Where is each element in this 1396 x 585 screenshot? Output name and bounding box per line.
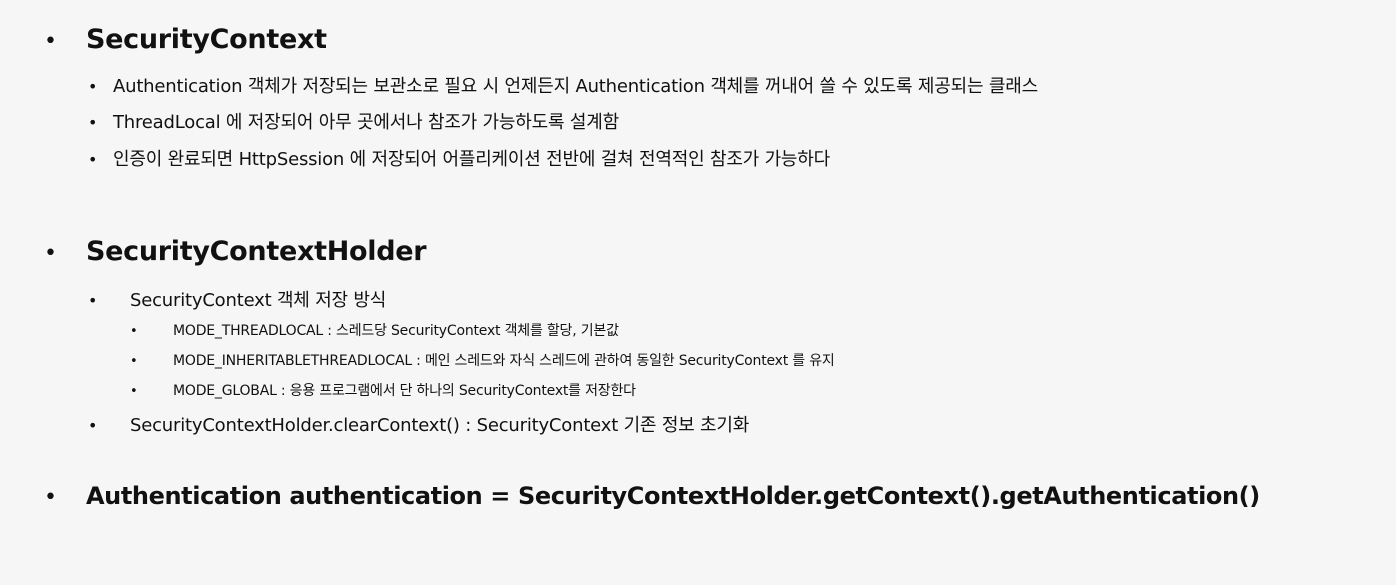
list-item: • SecurityContextHolder.clearContext() :… xyxy=(88,411,749,437)
sub-list-item: • MODE_THREADLOCAL : 스레드당 SecurityContex… xyxy=(130,320,619,340)
bullet: • xyxy=(130,384,138,399)
list-item: • Authentication 객체가 저장되는 보관소로 필요 시 언제든지… xyxy=(88,72,1038,98)
list-item-text: SecurityContextHolder.clearContext() : S… xyxy=(130,415,750,436)
code-statement: Authentication authentication = Security… xyxy=(86,482,1260,510)
sub-list-item-text: MODE_INHERITABLETHREADLOCAL : 메인 스레드와 자식… xyxy=(173,353,835,369)
list-item: • 인증이 완료되면 HttpSession 에 저장되어 어플리케이션 전반에… xyxy=(88,145,830,171)
bullet: • xyxy=(130,354,138,369)
bullet: • xyxy=(88,113,98,132)
list-item-text: ThreadLocal 에 저장되어 아무 곳에서나 참조가 가능하도록 설계함 xyxy=(113,112,619,133)
bullet: • xyxy=(88,150,98,169)
sub-list-item: • MODE_INHERITABLETHREADLOCAL : 메인 스레드와 … xyxy=(130,350,835,370)
list-item-text: SecurityContext 객체 저장 방식 xyxy=(130,290,387,311)
bullet: • xyxy=(88,77,98,96)
bullet: • xyxy=(88,416,98,435)
list-item: • SecurityContext 객체 저장 방식 xyxy=(88,286,386,312)
list-item-text: 인증이 완료되면 HttpSession 에 저장되어 어플리케이션 전반에 걸… xyxy=(113,149,831,170)
sub-list-item: • MODE_GLOBAL : 응용 프로그램에서 단 하나의 Security… xyxy=(130,380,636,400)
section-title: SecurityContext xyxy=(86,24,327,55)
bullet: • xyxy=(44,241,57,266)
list-item: • ThreadLocal 에 저장되어 아무 곳에서나 참조가 가능하도록 설… xyxy=(88,108,619,134)
bullet: • xyxy=(44,29,57,54)
sub-list-item-text: MODE_THREADLOCAL : 스레드당 SecurityContext … xyxy=(173,323,619,339)
section-securitycontext-heading: • SecurityContext xyxy=(44,24,327,55)
section-securitycontextholder-heading: • SecurityContextHolder xyxy=(44,236,427,267)
bullet: • xyxy=(44,485,57,510)
section-title: SecurityContextHolder xyxy=(86,236,427,267)
authentication-code-line: • Authentication authentication = Securi… xyxy=(44,482,1260,510)
sub-list-item-text: MODE_GLOBAL : 응용 프로그램에서 단 하나의 SecurityCo… xyxy=(173,383,636,399)
bullet: • xyxy=(130,324,138,339)
bullet: • xyxy=(88,291,98,310)
list-item-text: Authentication 객체가 저장되는 보관소로 필요 시 언제든지 A… xyxy=(113,76,1038,97)
